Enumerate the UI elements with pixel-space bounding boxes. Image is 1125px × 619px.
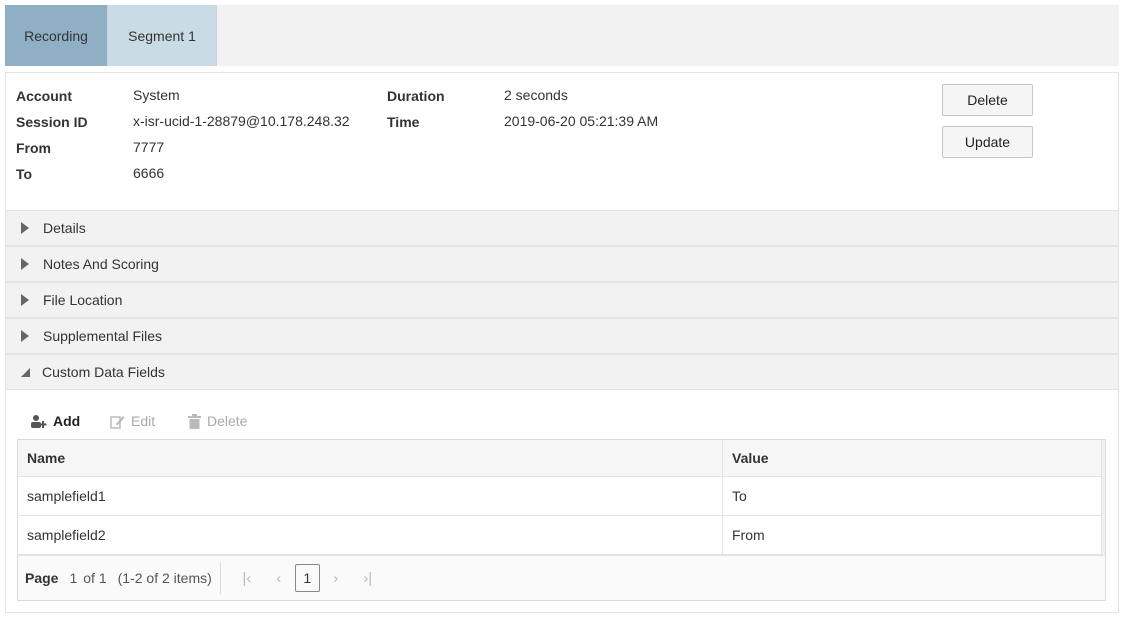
recording-panel: Account System Session ID x-isr-ucid-1-2…	[5, 72, 1119, 613]
account-label: Account	[16, 88, 72, 104]
collapsed-arrow-icon	[21, 330, 29, 342]
trash-icon	[188, 413, 201, 429]
tab-recording[interactable]: Recording	[5, 5, 108, 66]
accordion-label: Supplemental Files	[43, 328, 163, 344]
pager-divider	[219, 562, 221, 594]
first-page-icon[interactable]: |‹	[231, 570, 263, 587]
accordion-label: Custom Data Fields	[42, 364, 165, 380]
accordion-supplemental-files[interactable]: Supplemental Files	[6, 318, 1118, 354]
delete-button[interactable]: Delete	[942, 84, 1033, 116]
page-button-1[interactable]: 1	[294, 564, 320, 592]
table-row[interactable]: samplefield2 From	[18, 516, 1105, 555]
expanded-arrow-icon	[21, 367, 30, 377]
accordion-label: Details	[43, 220, 86, 236]
custom-data-grid: Name Value samplefield1 To samplefield2 …	[17, 439, 1106, 601]
grid-scroll-gutter	[1101, 440, 1105, 555]
collapsed-arrow-icon	[21, 294, 29, 306]
to-label: To	[16, 166, 33, 182]
tab-strip: Recording Segment 1	[5, 5, 1119, 66]
accordion-file-location[interactable]: File Location	[6, 282, 1118, 318]
add-button[interactable]: Add	[30, 411, 80, 431]
duration-value: 2 seconds	[504, 87, 568, 103]
account-value: System	[133, 87, 180, 103]
cell-value: To	[732, 488, 747, 504]
delete-label: Delete	[207, 413, 248, 429]
accordion-custom-data-fields[interactable]: Custom Data Fields	[6, 354, 1118, 390]
column-header-name[interactable]: Name	[18, 440, 723, 476]
add-label: Add	[53, 413, 81, 429]
tab-label: Recording	[24, 27, 88, 44]
column-header-value[interactable]: Value	[723, 440, 1105, 476]
collapsed-arrow-icon	[21, 222, 29, 234]
edit-label: Edit	[131, 413, 156, 429]
grid-header: Name Value	[18, 440, 1105, 477]
table-row[interactable]: samplefield1 To	[18, 477, 1105, 516]
prev-page-icon[interactable]: ‹	[263, 570, 295, 587]
collapsed-arrow-icon	[21, 258, 29, 270]
session-id-value: x-isr-ucid-1-28879@10.178.248.32	[133, 113, 350, 129]
time-label: Time	[387, 114, 420, 130]
next-page-icon[interactable]: ›	[320, 570, 352, 587]
pager-label: Page	[25, 570, 59, 586]
pager-current: 1	[69, 570, 78, 586]
session-id-label: Session ID	[16, 114, 88, 130]
accordion-label: Notes And Scoring	[43, 256, 159, 272]
edit-button[interactable]: Edit	[110, 411, 155, 431]
tab-segment-1[interactable]: Segment 1	[108, 5, 217, 66]
last-page-icon[interactable]: ›|	[352, 570, 384, 587]
accordion-details[interactable]: Details	[6, 210, 1118, 246]
cell-value: From	[732, 527, 765, 543]
pager-summary: (1-2 of 2 items)	[117, 570, 212, 586]
grid-pager: Page 1 of 1 (1-2 of 2 items) |‹ ‹ 1 › ›|	[18, 555, 1105, 600]
pager-total: of 1	[83, 570, 107, 586]
delete-row-button[interactable]: Delete	[188, 411, 247, 431]
recording-info: Account System Session ID x-isr-ucid-1-2…	[6, 73, 1118, 211]
duration-label: Duration	[387, 88, 445, 104]
tab-label: Segment 1	[128, 27, 196, 44]
edit-pencil-icon	[110, 415, 125, 429]
from-label: From	[16, 140, 51, 156]
add-user-icon	[31, 414, 47, 428]
to-value: 6666	[133, 165, 165, 181]
accordion-label: File Location	[43, 292, 123, 308]
update-button[interactable]: Update	[942, 126, 1033, 158]
time-value: 2019-06-20 05:21:39 AM	[504, 113, 659, 129]
cell-name: samplefield1	[18, 477, 723, 515]
cell-name: samplefield2	[18, 516, 723, 554]
accordion-notes-and-scoring[interactable]: Notes And Scoring	[6, 246, 1118, 282]
from-value: 7777	[133, 139, 165, 155]
